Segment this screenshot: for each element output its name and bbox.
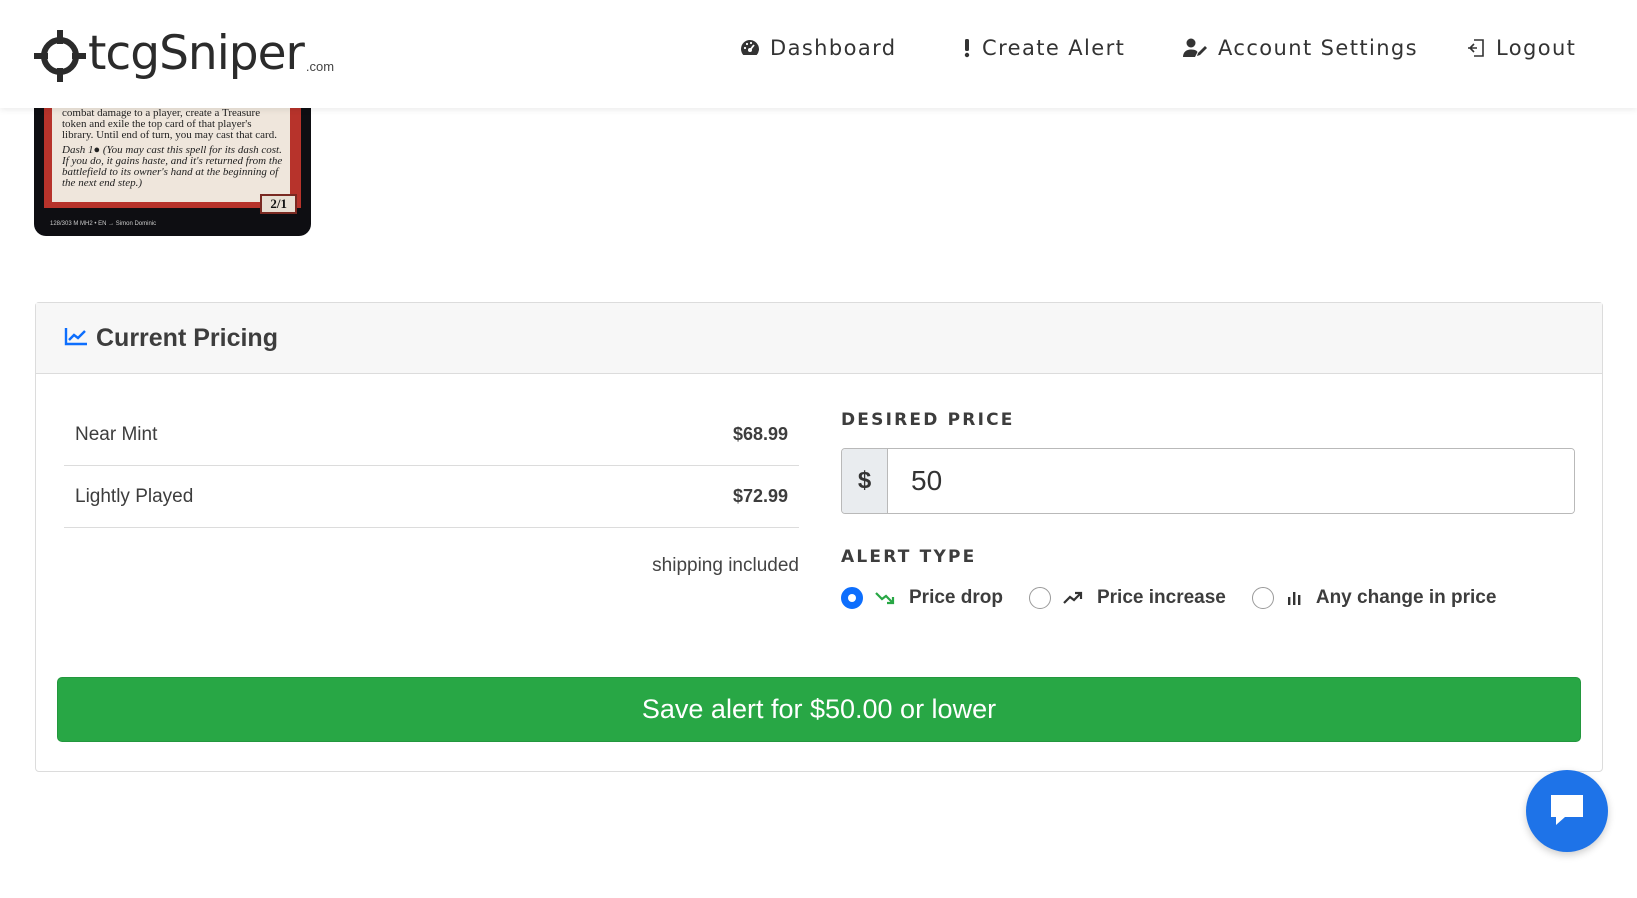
dashboard-gauge-icon — [740, 39, 760, 57]
alert-type-options: Price drop Price increase Any change in … — [841, 587, 1522, 609]
nav-dashboard-label: Dashboard — [770, 36, 897, 60]
top-navbar: tcgSniper .com Dashboard Create Alert Ac… — [0, 0, 1637, 108]
chat-bubble-icon — [1547, 791, 1587, 832]
price-increase-radio[interactable] — [1028, 587, 1051, 609]
brand-logo[interactable]: tcgSniper .com — [34, 22, 334, 82]
exclamation-icon — [962, 38, 972, 58]
alert-type-any-change[interactable]: Any change in price — [1251, 587, 1497, 609]
price-drop-radio[interactable] — [841, 587, 863, 609]
price-row: Near Mint $68.99 — [64, 404, 799, 466]
trend-up-icon — [1063, 591, 1083, 605]
user-edit-icon — [1182, 38, 1208, 58]
bar-chart-icon — [1286, 590, 1302, 606]
logout-icon — [1466, 38, 1486, 58]
nav-dashboard[interactable]: Dashboard — [740, 36, 897, 60]
price-row: Lightly Played $72.99 — [64, 466, 799, 528]
save-alert-button[interactable]: Save alert for $50.00 or lower — [57, 677, 1581, 742]
card-rules-text: combat damage to a player, create a Trea… — [62, 107, 277, 141]
chat-button[interactable] — [1526, 770, 1608, 852]
any-change-radio[interactable] — [1251, 587, 1274, 609]
condition-price: $72.99 — [732, 486, 788, 506]
desired-price-label: DESIRED PRICE — [841, 410, 1015, 430]
alert-type-price-drop[interactable]: Price drop — [841, 587, 1003, 609]
pricing-panel-title: Current Pricing — [96, 323, 278, 352]
condition-label: Near Mint — [75, 423, 158, 445]
any-change-label: Any change in price — [1315, 587, 1497, 608]
card-dash-text: Dash 1● (You may cast this spell for its… — [62, 144, 283, 189]
nav-account-settings-label: Account Settings — [1218, 36, 1418, 60]
brand-suffix: .com — [305, 59, 335, 74]
nav-create-alert[interactable]: Create Alert — [962, 36, 1125, 60]
nav-create-alert-label: Create Alert — [982, 36, 1126, 60]
card-footer-left: 128/303 M MH2 • EN → Simon Dominic — [50, 221, 157, 227]
price-increase-label: Price increase — [1096, 587, 1226, 608]
alert-type-price-increase[interactable]: Price increase — [1028, 587, 1226, 609]
condition-label: Lightly Played — [75, 485, 194, 507]
nav-logout-label: Logout — [1496, 36, 1577, 60]
pricing-panel: Current Pricing Near Mint $68.99 Lightly… — [35, 302, 1603, 772]
condition-price: $68.99 — [732, 424, 788, 444]
nav-logout[interactable]: Logout — [1466, 36, 1576, 60]
desired-price-input[interactable] — [888, 449, 1574, 513]
pricing-panel-header: Current Pricing — [36, 303, 1602, 374]
price-table: Near Mint $68.99 Lightly Played $72.99 — [64, 404, 799, 528]
nav-account-settings[interactable]: Account Settings — [1182, 36, 1418, 60]
line-chart-icon — [64, 326, 88, 351]
trend-down-icon — [875, 591, 895, 605]
crosshair-icon — [34, 30, 86, 82]
price-drop-label: Price drop — [909, 587, 1003, 608]
card-footer: 128/303 M MH2 • EN → Simon Dominic — [50, 221, 156, 228]
currency-addon: $ — [842, 449, 888, 513]
desired-price-group: $ — [841, 448, 1575, 514]
card-power-toughness: 2/1 — [260, 194, 297, 214]
alert-type-label: ALERT TYPE — [841, 547, 977, 567]
brand-name: tcgSniper — [88, 26, 305, 81]
shipping-note: shipping included — [652, 555, 799, 576]
